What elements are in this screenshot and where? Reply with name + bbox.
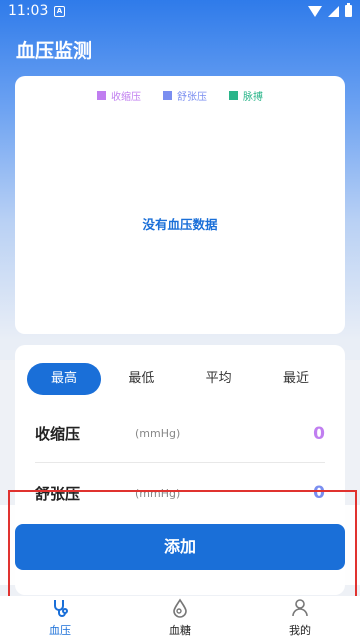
- nav-label: 我的: [289, 624, 311, 637]
- status-icons: [308, 3, 352, 17]
- highlight-box: [8, 490, 357, 598]
- wifi-icon: [308, 5, 322, 17]
- tab-recent[interactable]: 最近: [259, 363, 333, 395]
- legend-swatch-icon: [97, 91, 106, 100]
- empty-chart-message: 没有血压数据: [142, 217, 218, 232]
- tab-average[interactable]: 平均: [182, 363, 256, 395]
- notification-icon: A: [54, 6, 65, 17]
- nav-item-blood-sugar[interactable]: 血糖: [120, 596, 240, 640]
- stethoscope-icon: [54, 600, 68, 617]
- status-bar: 11:03 A: [0, 0, 360, 24]
- legend-swatch-icon: [229, 91, 238, 100]
- metric-value: 0: [313, 423, 325, 444]
- legend-item-systolic[interactable]: 收缩压: [97, 88, 141, 103]
- user-icon: [292, 599, 308, 617]
- nav-item-blood-pressure[interactable]: 血压: [0, 596, 120, 640]
- metric-unit: (mmHg): [135, 427, 181, 440]
- metric-label: 收缩压: [35, 425, 81, 443]
- legend-item-diastolic[interactable]: 舒张压: [163, 88, 207, 103]
- chart-card: 收缩压 舒张压 脉搏 没有血压数据: [15, 76, 345, 334]
- tab-highest[interactable]: 最高: [27, 363, 101, 395]
- legend-item-pulse[interactable]: 脉搏: [229, 88, 263, 103]
- legend-swatch-icon: [163, 91, 172, 100]
- nav-label: 血糖: [169, 624, 191, 637]
- legend-label: 脉搏: [243, 92, 263, 103]
- tab-lowest[interactable]: 最低: [104, 363, 178, 395]
- legend-label: 舒张压: [177, 92, 207, 103]
- battery-icon: [345, 3, 352, 17]
- status-time: 11:03: [8, 3, 49, 19]
- metric-row-systolic: 收缩压 (mmHg) 0: [35, 405, 325, 463]
- signal-icon: [328, 5, 339, 17]
- legend-label: 收缩压: [111, 92, 141, 103]
- blood-drop-icon: [173, 598, 187, 618]
- nav-label: 血压: [49, 624, 71, 637]
- stats-tabs: 最高 最低 平均 最近: [27, 363, 333, 395]
- nav-item-profile[interactable]: 我的: [240, 596, 360, 640]
- chart-legend: 收缩压 舒张压 脉搏: [15, 88, 345, 103]
- bottom-nav: 血压 血糖 我的: [0, 596, 360, 640]
- page-title: 血压监测: [16, 40, 93, 62]
